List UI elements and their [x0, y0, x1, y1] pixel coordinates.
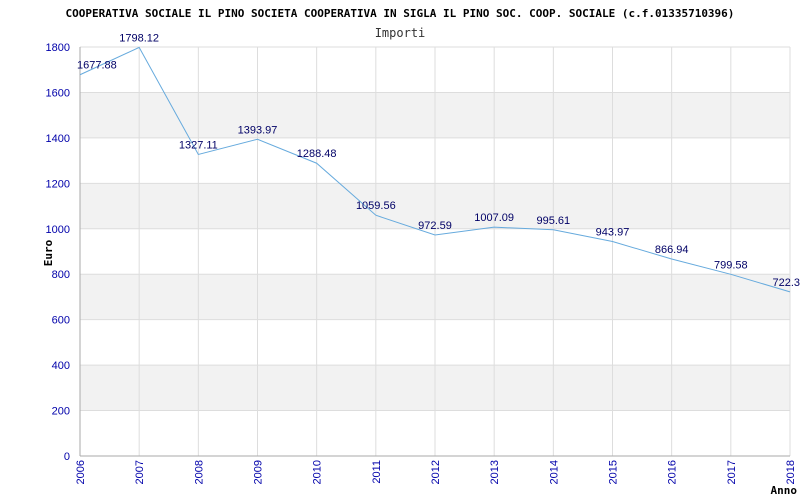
data-point-label: 1007.09	[474, 212, 514, 224]
y-tick-label: 1000	[46, 224, 70, 236]
data-point-label: 1288.48	[297, 148, 337, 160]
data-point-label: 799.58	[714, 259, 748, 271]
y-tick-label: 600	[52, 315, 70, 327]
x-tick-label: 2013	[489, 460, 501, 484]
data-point-label: 1677.88	[77, 60, 117, 72]
data-point-label: 972.59	[418, 220, 452, 232]
y-axis-title: Euro	[42, 239, 55, 266]
y-tick-label: 400	[52, 360, 70, 372]
x-tick-label: 2016	[667, 460, 679, 484]
x-tick-label: 2006	[75, 460, 87, 484]
y-tick-label: 200	[52, 406, 70, 418]
data-point-label: 943.97	[596, 227, 630, 239]
data-point-label: 1393.97	[238, 124, 278, 136]
data-point-label: 1327.11	[179, 139, 218, 151]
data-point-label: 722.3	[772, 277, 800, 289]
data-point-label: 995.61	[537, 215, 571, 227]
chart-subtitle: Importi	[375, 26, 426, 40]
data-point-label: 1798.12	[119, 32, 159, 44]
x-tick-label: 2018	[785, 460, 797, 484]
x-tick-label: 2011	[371, 460, 383, 484]
x-tick-label: 2017	[726, 460, 738, 484]
chart-title: COOPERATIVA SOCIALE IL PINO SOCIETA COOP…	[66, 7, 735, 20]
x-axis-ticks: 2006 2007 2008 2009 2010 2011 2012 2013 2014 2015…	[75, 460, 797, 484]
y-tick-label: 1600	[46, 87, 70, 99]
y-tick-label: 1800	[46, 42, 70, 54]
x-tick-label: 2015	[608, 460, 620, 484]
y-tick-label: 1400	[46, 133, 70, 145]
y-tick-label: 1200	[46, 178, 70, 190]
x-tick-label: 2014	[548, 460, 560, 484]
data-point-label: 1059.56	[356, 200, 396, 212]
x-tick-label: 2012	[430, 460, 442, 484]
x-axis-title: Anno	[771, 484, 798, 497]
x-tick-label: 2008	[193, 460, 205, 484]
data-point-label: 866.94	[655, 244, 689, 256]
x-tick-label: 2007	[134, 460, 146, 484]
x-tick-label: 2009	[253, 460, 265, 484]
line-chart: COOPERATIVA SOCIALE IL PINO SOCIETA COOP…	[42, 7, 800, 497]
x-tick-label: 2010	[312, 460, 324, 484]
y-tick-label: 800	[52, 269, 70, 281]
y-tick-label: 0	[64, 451, 70, 463]
